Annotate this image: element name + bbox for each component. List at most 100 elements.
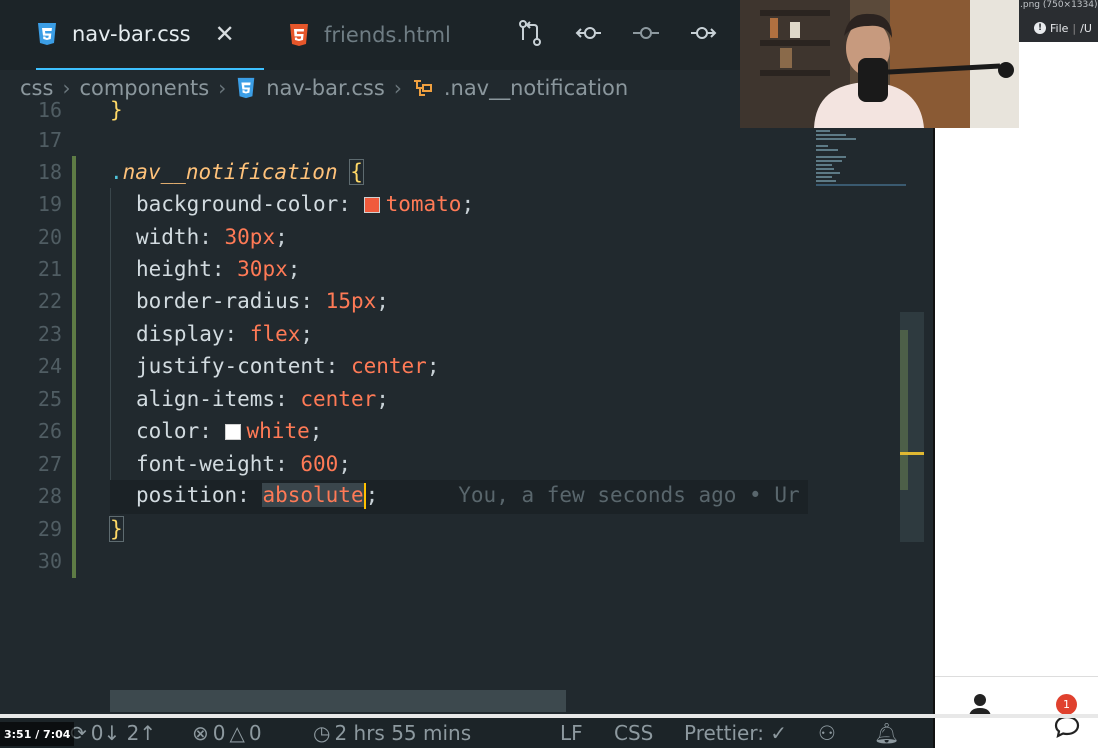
previous-change-icon[interactable] (573, 18, 603, 48)
git-blame-annotation: You, a few seconds ago • Ur (458, 483, 800, 507)
code-text: } (110, 98, 123, 122)
css-value: white (246, 419, 310, 443)
line-number: 26 (37, 419, 62, 443)
code-line[interactable]: 26 color: white; (0, 415, 900, 447)
time-tracker[interactable]: ◷ 2 hrs 55 mins (313, 721, 471, 745)
css-value: flex (249, 322, 301, 346)
time-tracked: 2 hrs 55 mins (334, 721, 472, 745)
video-progress-bar[interactable] (0, 714, 1098, 718)
css-value: 600 (300, 452, 339, 476)
css-value: center (300, 387, 377, 411)
css-property: background-color (136, 192, 339, 216)
next-change-icon[interactable] (689, 18, 719, 48)
code-text: color: white; (136, 419, 323, 443)
video-timestamp: 3:51 / 7:04 (0, 722, 75, 746)
line-number: 20 (37, 225, 62, 249)
code-line[interactable]: 28 position: absolute; You, a few seconds… (0, 480, 900, 512)
scroll-change-marker (900, 330, 908, 490)
color-swatch[interactable] (363, 197, 380, 213)
line-number: 29 (37, 517, 62, 541)
tab-friends-html[interactable]: friends.html (288, 0, 451, 70)
code-line[interactable]: 22 border-radius: 15px; (0, 285, 900, 317)
code-text: font-weight: 600; (136, 452, 351, 476)
sync-status[interactable]: ⟳ 0↓ 2↑ (70, 721, 156, 745)
css-value: 30px (237, 257, 288, 281)
problems-status[interactable]: ⊗ 0 △ 0 (192, 721, 262, 745)
line-number: 19 (37, 192, 62, 216)
css-property: justify-content (136, 354, 326, 378)
code-line[interactable]: 23 display: flex; (0, 318, 900, 350)
warning-count: 0 (248, 721, 262, 745)
line-number: 30 (37, 549, 62, 573)
code-line[interactable]: 21 height: 30px; (0, 253, 900, 285)
sync-counts: 0↓ 2↑ (90, 721, 157, 745)
editor-actions (515, 18, 719, 48)
css-property: font-weight (136, 452, 276, 476)
line-number: 24 (37, 354, 62, 378)
code-text: display: flex; (136, 322, 314, 346)
cursor-position-marker (900, 452, 924, 455)
live-share-icon[interactable]: ⚇ (818, 721, 836, 745)
url-path: /U (1080, 21, 1092, 35)
css-file-icon (38, 23, 56, 45)
code-text: border-radius: 15px; (136, 289, 389, 313)
close-tab-icon[interactable]: ✕ (215, 20, 235, 48)
notification-badge: 1 (1056, 694, 1077, 715)
horizontal-scrollbar[interactable] (110, 690, 566, 712)
css-property: height (136, 257, 212, 281)
line-number: 22 (37, 289, 62, 313)
url-bar[interactable]: ! File | /U (1034, 18, 1098, 38)
prettier-status[interactable]: Prettier: ✓ (684, 721, 787, 745)
eol-status[interactable]: LF (560, 721, 583, 745)
line-number: 23 (37, 322, 62, 346)
css-value: center (350, 354, 427, 378)
line-number: 18 (37, 160, 62, 184)
clock-icon: ◷ (313, 721, 331, 745)
tab-nav-bar-css[interactable]: nav-bar.css ✕ (36, 0, 264, 70)
line-number: 17 (37, 128, 62, 152)
code-line[interactable]: 30 (0, 545, 900, 577)
url-scheme-label: File (1050, 21, 1069, 35)
selector-dot: . (110, 160, 123, 184)
info-icon: ! (1034, 22, 1046, 34)
code-text: justify-content: center; (136, 354, 440, 378)
code-text: background-color: tomato; (136, 192, 475, 216)
error-icon: ⊗ (192, 721, 209, 745)
color-swatch[interactable] (224, 424, 241, 440)
line-number: 25 (37, 387, 62, 411)
line-number: 21 (37, 257, 62, 281)
line-number: 27 (37, 452, 62, 476)
css-property: border-radius (136, 289, 301, 313)
line-number: 16 (37, 98, 62, 122)
css-value: absolute (262, 483, 364, 507)
minimap[interactable] (808, 128, 906, 198)
css-property: align-items (136, 387, 276, 411)
code-line[interactable]: 24 justify-content: center; (0, 350, 900, 382)
code-line[interactable]: 25 align-items: center; (0, 383, 900, 415)
tab-label: friends.html (324, 23, 451, 47)
line-number: 28 (37, 484, 62, 508)
code-text: width: 30px; (136, 225, 288, 249)
language-mode[interactable]: CSS (614, 721, 653, 745)
code-text: position: absolute; You, a few seconds ag… (136, 483, 800, 509)
commit-icon[interactable] (631, 18, 661, 48)
brace-close: } (109, 516, 124, 542)
css-property: display (136, 322, 225, 346)
code-line[interactable]: 18 .nav__notification { (0, 156, 900, 188)
browser-window-title: .png (750×1334) (1020, 0, 1098, 10)
css-value: 30px (224, 225, 276, 249)
compare-changes-icon[interactable] (515, 18, 545, 48)
notifications-bell-icon[interactable]: 🔔︎ (874, 721, 899, 745)
html-file-icon (290, 24, 308, 46)
code-text: height: 30px; (136, 257, 301, 281)
code-line[interactable]: 27 font-weight: 600; (0, 448, 900, 480)
css-property: color (136, 419, 200, 443)
code-line[interactable]: 29 } (0, 513, 900, 545)
code-line[interactable]: 19 background-color: tomato; (0, 188, 900, 220)
code-line[interactable]: 20 width: 30px; (0, 221, 900, 253)
code-line[interactable]: 17 (0, 124, 900, 156)
css-value: 15px (325, 289, 377, 313)
selector-name: nav__notification (122, 160, 338, 184)
status-bar: ⟳ 0↓ 2↑ ⊗ 0 △ 0 ◷ 2 hrs 55 mins LF CSS P… (0, 716, 933, 748)
css-property: position (136, 483, 238, 507)
